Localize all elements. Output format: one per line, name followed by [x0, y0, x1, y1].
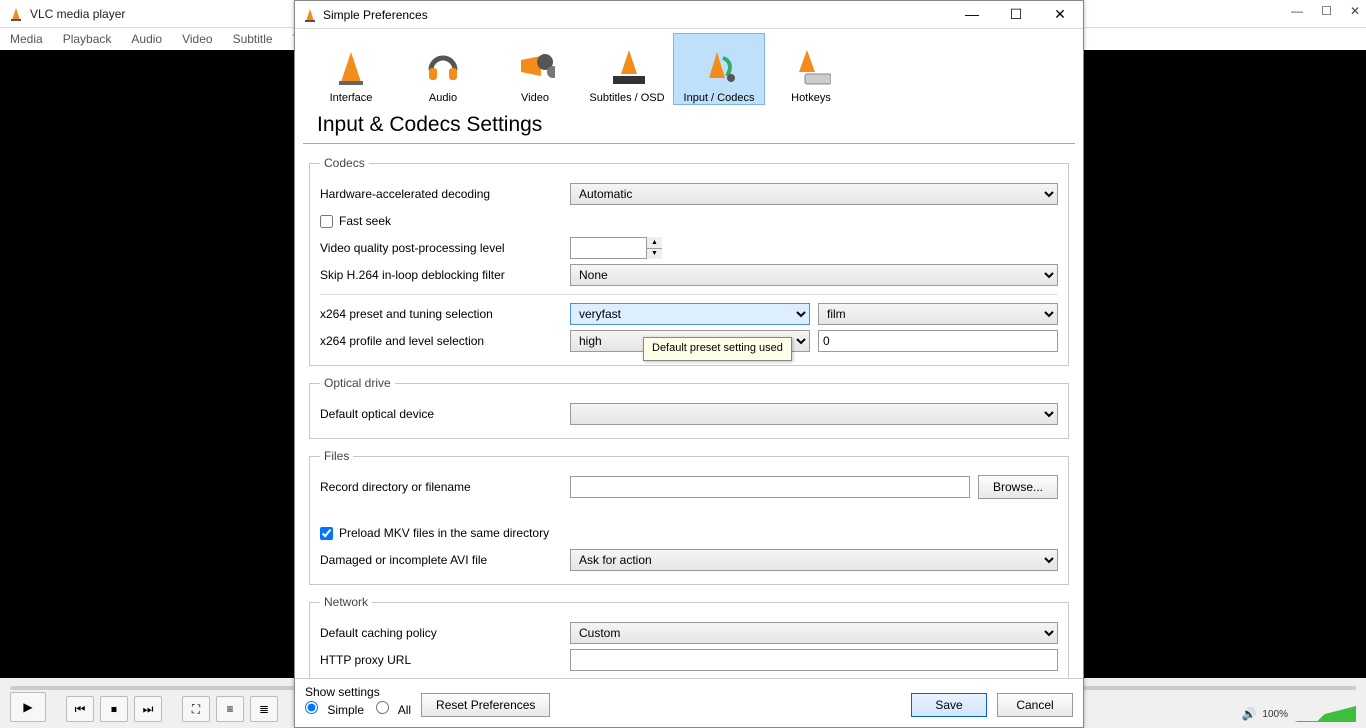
x264-profile-label: x264 profile and level selection	[320, 334, 570, 348]
menu-media[interactable]: Media	[10, 32, 43, 46]
tab-audio-label: Audio	[429, 92, 457, 104]
subtitles-icon	[607, 48, 647, 88]
avi-label: Damaged or incomplete AVI file	[320, 553, 570, 567]
play-button[interactable]: ▶	[10, 692, 46, 722]
category-tabs: Interface Audio Video Subtitles / OSD In…	[295, 29, 1083, 109]
reset-preferences-button[interactable]: Reset Preferences	[421, 693, 550, 717]
preset-tooltip: Default preset setting used	[643, 337, 792, 361]
preload-mkv-input[interactable]	[320, 527, 333, 540]
hotkeys-icon	[791, 48, 831, 88]
menu-audio[interactable]: Audio	[131, 32, 162, 46]
mute-icon[interactable]: 🔊	[1241, 707, 1256, 721]
video-icon	[515, 48, 555, 88]
ext-settings-button[interactable]: ≡	[216, 696, 244, 722]
dialog-titlebar: Simple Preferences — ☐ ✕	[295, 1, 1083, 29]
tab-hotkeys-label: Hotkeys	[791, 92, 831, 104]
group-network: Network Default caching policy Custom HT…	[309, 595, 1069, 678]
interface-icon	[331, 48, 371, 88]
group-network-legend: Network	[320, 595, 372, 609]
tab-video[interactable]: Video	[489, 33, 581, 105]
pp-level-spinner[interactable]: ▲▼	[646, 237, 662, 259]
tab-input-codecs[interactable]: Input / Codecs	[673, 33, 765, 105]
group-codecs: Codecs Hardware-accelerated decoding Aut…	[309, 156, 1069, 366]
tab-interface-label: Interface	[330, 92, 373, 104]
page-title: Input & Codecs Settings	[303, 109, 1075, 144]
tab-hotkeys[interactable]: Hotkeys	[765, 33, 857, 105]
dialog-close-button[interactable]: ✕	[1051, 6, 1069, 23]
record-dir-label: Record directory or filename	[320, 480, 570, 494]
optical-device-label: Default optical device	[320, 407, 570, 421]
hw-decoding-select[interactable]: Automatic	[570, 183, 1058, 205]
preferences-dialog: Simple Preferences — ☐ ✕ Interface Audio…	[294, 0, 1084, 728]
skip-deblock-label: Skip H.264 in-loop deblocking filter	[320, 268, 570, 282]
avi-select[interactable]: Ask for action	[570, 549, 1058, 571]
audio-icon	[423, 48, 463, 88]
main-window-controls: — ☐ ✕	[1291, 4, 1360, 18]
skip-deblock-select[interactable]: None	[570, 264, 1058, 286]
tab-subtitles[interactable]: Subtitles / OSD	[581, 33, 673, 105]
preload-mkv-label: Preload MKV files in the same directory	[339, 526, 549, 540]
dialog-cone-icon	[303, 8, 317, 22]
fast-seek-checkbox[interactable]: Fast seek	[320, 214, 391, 228]
preload-mkv-checkbox[interactable]: Preload MKV files in the same directory	[320, 526, 549, 540]
fast-seek-label: Fast seek	[339, 214, 391, 228]
menu-playback[interactable]: Playback	[63, 32, 112, 46]
x264-tuning-select[interactable]: film	[818, 303, 1058, 325]
x264-preset-label: x264 preset and tuning selection	[320, 307, 570, 321]
x264-level-input[interactable]	[818, 330, 1058, 352]
group-files: Files Record directory or filename Brows…	[309, 449, 1069, 585]
hw-decoding-label: Hardware-accelerated decoding	[320, 187, 570, 201]
tab-interface[interactable]: Interface	[305, 33, 397, 105]
divider	[320, 294, 1058, 295]
menu-subtitle[interactable]: Subtitle	[233, 32, 273, 46]
optical-device-select[interactable]	[570, 403, 1058, 425]
group-files-legend: Files	[320, 449, 353, 463]
tab-subtitles-label: Subtitles / OSD	[589, 92, 664, 104]
cancel-button[interactable]: Cancel	[997, 693, 1073, 717]
show-settings-label: Show settings	[305, 685, 411, 699]
fullscreen-button[interactable]: ⛶	[182, 696, 210, 722]
fast-seek-input[interactable]	[320, 215, 333, 228]
group-optical: Optical drive Default optical device	[309, 376, 1069, 439]
main-close-button[interactable]: ✕	[1350, 4, 1360, 18]
group-optical-legend: Optical drive	[320, 376, 395, 390]
proxy-label: HTTP proxy URL	[320, 653, 570, 667]
vlc-cone-icon	[8, 6, 24, 22]
group-codecs-legend: Codecs	[320, 156, 369, 170]
volume-percent: 100%	[1262, 709, 1288, 720]
main-maximize-button[interactable]: ☐	[1321, 4, 1332, 18]
dialog-footer: Show settings Simple All Reset Preferenc…	[295, 678, 1083, 727]
main-minimize-button[interactable]: —	[1291, 4, 1303, 18]
proxy-input[interactable]	[570, 649, 1058, 671]
pp-level-label: Video quality post-processing level	[320, 241, 570, 255]
tab-video-label: Video	[521, 92, 549, 104]
menu-video[interactable]: Video	[182, 32, 212, 46]
playlist-toggle-button[interactable]: ≣	[250, 696, 278, 722]
stop-button[interactable]: ⏹	[100, 696, 128, 722]
volume-slider[interactable]	[1294, 706, 1356, 722]
save-button[interactable]: Save	[911, 693, 987, 717]
record-dir-input[interactable]	[570, 476, 970, 498]
prev-button[interactable]: ⏮	[66, 696, 94, 722]
x264-preset-select[interactable]: veryfast	[570, 303, 810, 325]
input-codecs-icon	[699, 48, 739, 88]
next-button[interactable]: ⏭	[134, 696, 162, 722]
dialog-maximize-button[interactable]: ☐	[1007, 6, 1025, 23]
main-window-title: VLC media player	[30, 7, 125, 21]
tab-input-codecs-label: Input / Codecs	[684, 92, 755, 104]
tab-audio[interactable]: Audio	[397, 33, 489, 105]
dialog-title: Simple Preferences	[323, 8, 428, 22]
settings-scroll[interactable]: Codecs Hardware-accelerated decoding Aut…	[295, 144, 1083, 678]
cache-label: Default caching policy	[320, 626, 570, 640]
show-all-radio[interactable]: All	[376, 701, 411, 717]
browse-button[interactable]: Browse...	[978, 475, 1058, 499]
cache-select[interactable]: Custom	[570, 622, 1058, 644]
dialog-minimize-button[interactable]: —	[963, 6, 981, 23]
show-simple-radio[interactable]: Simple	[305, 701, 364, 717]
